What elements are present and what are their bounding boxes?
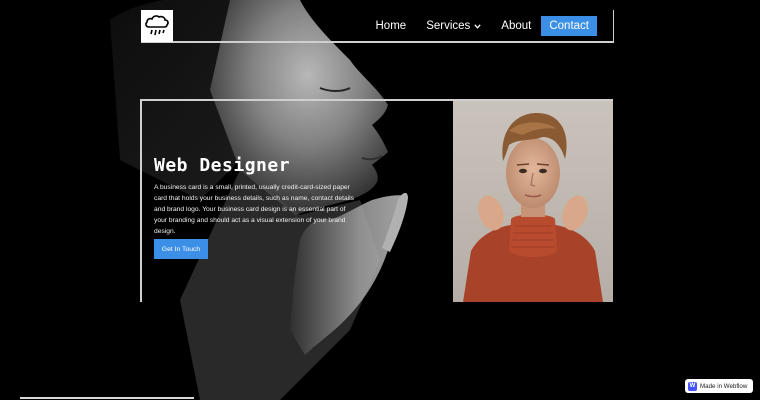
nav-about[interactable]: About [501,20,531,32]
logo[interactable] [141,10,173,42]
get-in-touch-button[interactable]: Get In Touch [154,239,208,259]
nav-services-dropdown[interactable]: Services [426,20,481,32]
nav-links: Home Services About Contact [376,15,597,37]
chevron-down-icon [474,23,481,29]
bottom-divider [20,397,194,399]
navbar: Home Services About Contact [141,10,614,43]
nav-home[interactable]: Home [376,20,407,32]
nav-contact-button[interactable]: Contact [541,16,597,36]
hero-title: Web Designer [154,155,291,176]
made-in-webflow-badge[interactable]: W Made in Webflow [685,379,753,393]
badge-label: Made in Webflow [700,382,748,390]
hero-description: A business card is a small, printed, usu… [154,184,354,235]
nav-services-label: Services [426,20,471,32]
portrait-photo [453,101,613,302]
rain-cloud-icon [145,15,169,36]
webflow-logo-icon: W [688,381,697,391]
